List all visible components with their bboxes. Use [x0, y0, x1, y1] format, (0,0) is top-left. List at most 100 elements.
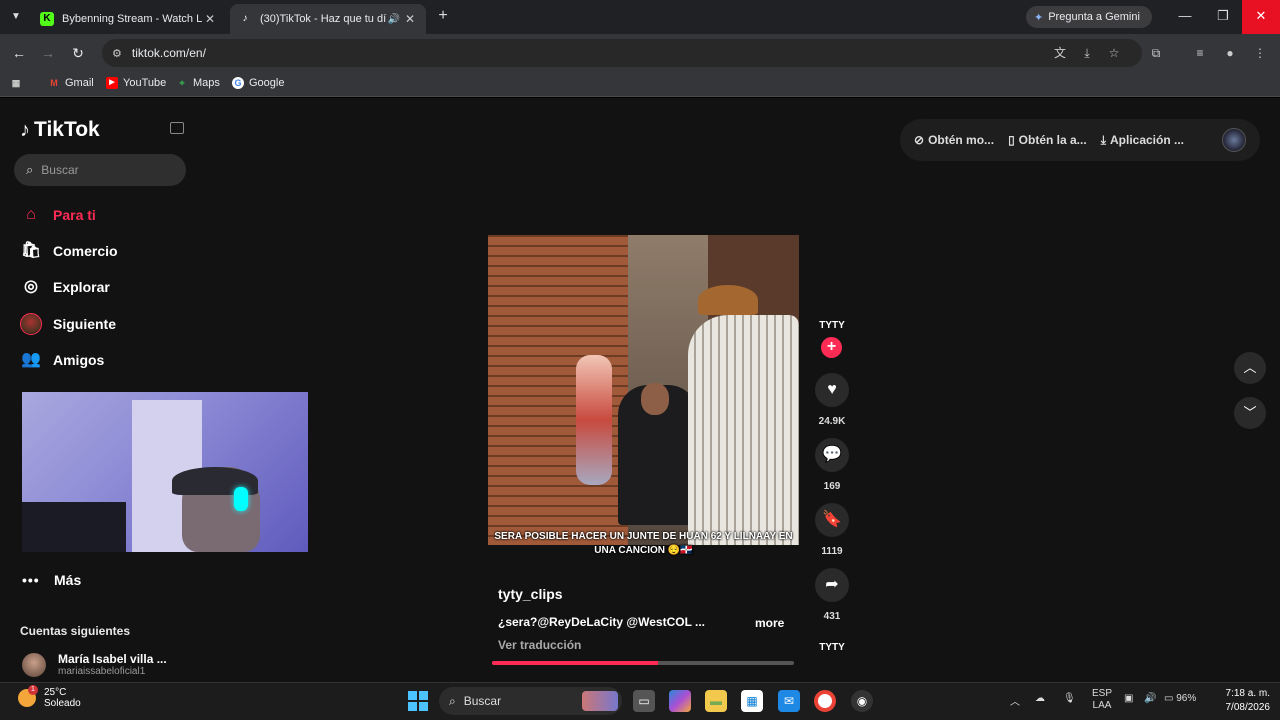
action-label: Aplicación ... [1110, 133, 1185, 147]
battery-indicator[interactable]: ▭ 96% [1164, 693, 1196, 704]
language-indicator[interactable]: ESP LAA [1092, 688, 1112, 712]
save-button[interactable]: 🔖 [815, 503, 849, 537]
gemini-button[interactable]: ✦ Pregunta a Gemini [1026, 6, 1152, 28]
download-app-button[interactable]: ⤓ Aplicación ... [1101, 133, 1184, 148]
comment-icon: 💬 [822, 446, 842, 463]
tab-kick[interactable]: K Bybenning Stream - Watch Live ✕ [32, 4, 226, 34]
google-icon: G [232, 77, 244, 89]
action-label: Obtén la a... [1018, 133, 1087, 147]
site-info-icon[interactable]: ⚙ [112, 47, 122, 60]
bookmark-youtube[interactable]: ▶ YouTube [106, 77, 166, 89]
profile-avatar[interactable]: ● [1222, 45, 1238, 61]
tiktok-logo[interactable]: ♪ TikTok [20, 118, 100, 142]
home-icon: ⌂ [26, 206, 36, 223]
friends-icon: 👥 [21, 351, 41, 368]
logo-text: TikTok [34, 118, 100, 141]
chrome-icon[interactable] [814, 690, 836, 712]
creator-label[interactable]: TYTY [818, 320, 846, 331]
likes-count: 24.9K [818, 416, 846, 427]
menu-icon[interactable]: ⋮ [1252, 45, 1268, 61]
speaker-icon[interactable]: 🔊 [386, 14, 402, 25]
close-tab-icon[interactable]: ✕ [402, 12, 418, 26]
microphone-icon[interactable]: 🎙 [1063, 693, 1076, 704]
tab-title: (30)TikTok - Haz que tu día [260, 13, 386, 25]
avatar [20, 313, 42, 335]
minimize-button[interactable]: — [1166, 0, 1204, 34]
nav-amigos[interactable]: 👥 Amigos [20, 349, 104, 371]
next-creator-label[interactable]: TYTY [818, 642, 846, 653]
show-hidden-icons[interactable]: ︿ [1010, 693, 1020, 708]
task-view-icon[interactable]: ▭ [633, 690, 655, 712]
video-player[interactable] [488, 235, 799, 545]
obs-icon[interactable]: ◉ [851, 690, 873, 712]
get-app-button[interactable]: ▯ Obtén la a... [1008, 133, 1087, 147]
nav-label: Explorar [53, 279, 110, 295]
language-code: ESP [1092, 688, 1113, 699]
comment-button[interactable]: 💬 [815, 438, 849, 472]
translate-icon[interactable]: 文 [1052, 45, 1068, 61]
action-label: Obtén mo... [928, 133, 995, 147]
get-coins-button[interactable]: ⊘ Obtén mo... [914, 133, 994, 147]
forward-button[interactable]: → [37, 42, 59, 64]
taskbar-search[interactable]: ⌕ Buscar [439, 687, 622, 715]
close-tab-icon[interactable]: ✕ [202, 12, 218, 26]
tab-tiktok[interactable]: ♪ (30)TikTok - Haz que tu día 🔊 ✕ [230, 4, 426, 34]
back-button[interactable]: ← [8, 42, 30, 64]
download-icon: ⤓ [1100, 132, 1106, 147]
like-button[interactable]: ♥ [815, 373, 849, 407]
search-highlight-image [582, 691, 618, 711]
video-progress-bar[interactable] [492, 661, 794, 665]
nav-explorar[interactable]: ◎ Explorar [20, 276, 110, 298]
file-explorer-icon[interactable]: ▬ [705, 690, 727, 712]
bookmark-star-icon[interactable]: ☆ [1106, 45, 1122, 61]
nav-para-ti[interactable]: ⌂ Para ti [20, 204, 96, 226]
store-icon[interactable]: ▦ [741, 690, 763, 712]
nav-label: Para ti [53, 207, 96, 223]
new-tab-button[interactable]: + [434, 7, 452, 25]
volume-icon[interactable]: 🔊 [1144, 693, 1156, 704]
clock[interactable]: 7:18 a. m. 7/08/2026 [1214, 687, 1271, 715]
share-button[interactable]: ➦ [815, 568, 849, 602]
close-window-button[interactable]: ✕ [1242, 0, 1280, 34]
nav-comercio[interactable]: 🛍 Comercio [20, 240, 118, 262]
youtube-icon: ▶ [106, 77, 118, 89]
next-video-button[interactable]: ﹀ [1234, 397, 1266, 429]
restore-button[interactable]: ❐ [1204, 0, 1242, 34]
nav-siguiente[interactable]: Siguiente [20, 313, 116, 335]
more-link[interactable]: more [755, 616, 784, 630]
tab-search-button[interactable]: ▼ [6, 8, 26, 26]
phone-icon: ▯ [1008, 133, 1015, 147]
bookmark-google[interactable]: G Google [232, 77, 284, 89]
headphones-light [234, 487, 248, 511]
weather-widget[interactable]: 1 25°C Soleado [18, 685, 81, 709]
nav-mas[interactable]: ••• Más [22, 572, 81, 588]
address-bar[interactable]: ⚙ tiktok.com/en/ [102, 39, 1142, 67]
follow-plus-icon[interactable]: + [821, 337, 842, 358]
start-button[interactable] [408, 691, 428, 711]
heart-icon: ♥ [827, 381, 837, 398]
bookmark-gmail[interactable]: M Gmail [48, 77, 94, 89]
webcam-overlay [22, 392, 308, 552]
apps-icon[interactable]: ▦ [10, 77, 27, 89]
reload-button[interactable]: ↻ [67, 42, 89, 64]
onedrive-icon[interactable]: ☁ [1035, 693, 1045, 704]
install-app-icon[interactable]: ⤓ [1079, 45, 1095, 61]
network-icon[interactable]: ▣ [1124, 693, 1133, 704]
bookmark-maps[interactable]: ⌖ Maps [176, 77, 219, 89]
following-account[interactable]: María Isabel villa ... mariaissabelofici… [22, 652, 167, 677]
comments-count: 169 [823, 481, 841, 492]
translate-link[interactable]: Ver traducción [498, 638, 581, 652]
language-layout: LAA [1092, 700, 1112, 711]
video-author[interactable]: tyty_clips [498, 586, 563, 602]
profile-avatar[interactable] [1222, 128, 1246, 152]
search-box[interactable]: ⌕ [14, 154, 186, 186]
previous-video-button[interactable]: ︿ [1234, 352, 1266, 384]
collapse-sidebar-icon[interactable] [170, 122, 184, 134]
bookmark-label: Gmail [65, 77, 94, 89]
outlook-icon[interactable]: ✉ [778, 690, 800, 712]
copilot-icon[interactable] [669, 690, 691, 712]
search-input[interactable] [41, 163, 162, 177]
nav-label: Siguiente [53, 316, 117, 332]
media-controls-icon[interactable]: ≡ [1192, 45, 1208, 61]
extensions-icon[interactable]: ⧉ [1148, 45, 1164, 61]
